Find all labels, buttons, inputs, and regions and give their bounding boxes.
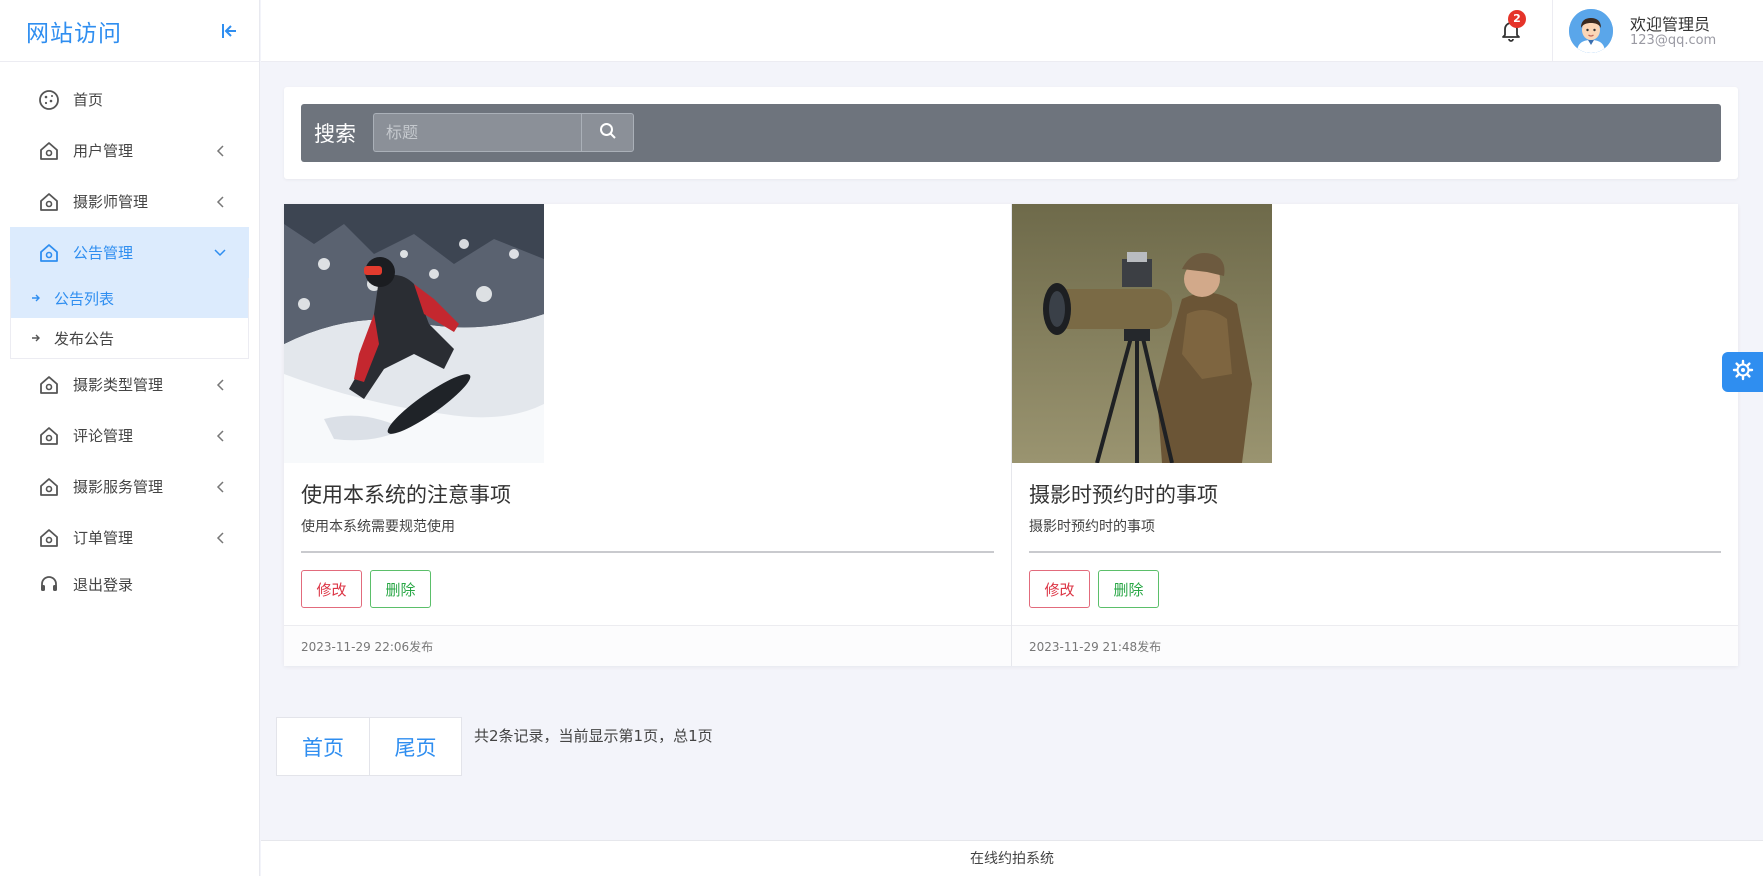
brand-header: 网站访问 [0,0,259,62]
sidebar-item-label: 摄影类型管理 [73,376,164,394]
submenu-item-publish-announcement[interactable]: 发布公告 [11,318,248,358]
announcement-title[interactable]: 摄影时预约时的事项 [1029,479,1218,509]
sidebar-item-label: 用户管理 [73,142,134,160]
announcements-submenu: 公告列表 发布公告 [10,278,249,359]
divider [1552,0,1553,62]
arrow-right-icon [31,333,43,343]
home-icon [38,374,60,396]
publish-date: 2023-11-29 22:06发布 [301,640,434,654]
edit-button[interactable]: 修改 [1029,570,1090,608]
submenu-item-label: 公告列表 [54,289,115,308]
sidebar-item-label: 摄影服务管理 [73,478,164,496]
home-icon [38,425,60,447]
announcement-description: 摄影时预约时的事项 [1029,519,1155,535]
pagination: 首页 尾页 [276,717,462,776]
announcement-card: 使用本系统的注意事项 使用本系统需要规范使用 修改 删除 2023-11-29 … [284,204,1011,666]
sidebar-item-photo-types[interactable]: 摄影类型管理 [10,359,249,410]
chevron-left-icon [213,480,227,494]
delete-button[interactable]: 删除 [370,570,431,608]
announcement-card: 摄影时预约时的事项 摄影时预约时的事项 修改 删除 2023-11-29 21:… [1011,204,1738,666]
footer-text: 在线约拍系统 [970,851,1054,867]
submenu-item-label: 发布公告 [54,329,115,348]
sidebar-item-label: 公告管理 [73,244,134,262]
home-icon [38,527,60,549]
sidebar-item-label: 首页 [73,91,104,109]
search-icon [599,122,617,144]
page-footer: 在线约拍系统 [261,840,1763,876]
collapse-sidebar-icon[interactable] [219,20,241,42]
sidebar-item-label: 评论管理 [73,427,134,445]
sidebar-item-orders[interactable]: 订单管理 [10,512,249,563]
user-greeting: 欢迎管理员 [1630,15,1711,34]
settings-button[interactable] [1722,352,1763,392]
search-card: 搜索 [284,87,1738,179]
divider [1029,551,1721,553]
pagination-info: 共2条记录，当前显示第1页，总1页 [474,727,713,745]
last-page-button[interactable]: 尾页 [369,718,461,775]
user-email: 123@qq.com [1630,33,1717,48]
sidebar-item-comments[interactable]: 评论管理 [10,410,249,461]
search-input[interactable] [373,113,581,152]
cookie-icon [38,89,60,111]
chevron-left-icon [213,144,227,158]
announcement-image-snowboarder[interactable] [284,204,544,463]
home-icon [38,242,60,264]
sidebar-item-label: 退出登录 [73,575,134,594]
submenu-item-announcement-list[interactable]: 公告列表 [11,278,248,318]
chevron-left-icon [213,429,227,443]
sidebar-item-announcements[interactable]: 公告管理 [10,227,249,278]
search-bar: 搜索 [301,104,1721,162]
chevron-left-icon [213,378,227,392]
card-footer: 2023-11-29 22:06发布 [284,625,1011,666]
notification-badge: 2 [1508,10,1526,28]
publish-date: 2023-11-29 21:48发布 [1029,640,1162,654]
home-icon [38,476,60,498]
first-page-button[interactable]: 首页 [277,718,369,775]
sidebar-item-users[interactable]: 用户管理 [10,125,249,176]
avatar[interactable] [1569,9,1613,53]
sidebar-item-label: 摄影师管理 [73,193,149,211]
edit-button[interactable]: 修改 [301,570,362,608]
chevron-left-icon [213,531,227,545]
card-footer: 2023-11-29 21:48发布 [1012,625,1738,666]
divider [301,551,994,553]
delete-button[interactable]: 删除 [1098,570,1159,608]
chevron-down-icon [213,246,227,260]
sidebar-item-photographers[interactable]: 摄影师管理 [10,176,249,227]
headset-icon [38,573,60,595]
sidebar-item-label: 订单管理 [73,529,134,547]
sidebar-nav: 首页 用户管理 摄影师管理 公告管理 公告列表 发布公告 摄影类型管理 评论管理… [0,62,259,605]
search-button[interactable] [581,113,634,152]
gear-icon [1732,359,1754,385]
sidebar-item-logout[interactable]: 退出登录 [10,563,249,605]
sidebar-item-home[interactable]: 首页 [10,74,249,125]
chevron-left-icon [213,195,227,209]
topbar: 2 欢迎管理员 123@qq.com [261,0,1763,62]
home-icon [38,140,60,162]
announcement-image-photographer[interactable] [1012,204,1272,463]
home-icon [38,191,60,213]
sidebar: 网站访问 首页 用户管理 摄影师管理 公告管理 公告列表 发布公告 摄影类型管理… [0,0,260,876]
announcement-description: 使用本系统需要规范使用 [301,519,455,535]
search-label: 搜索 [314,122,356,146]
sidebar-item-photo-services[interactable]: 摄影服务管理 [10,461,249,512]
announcement-title[interactable]: 使用本系统的注意事项 [301,479,511,509]
brand-title[interactable]: 网站访问 [26,14,122,48]
arrow-right-icon [31,293,43,303]
announcement-list: 使用本系统的注意事项 使用本系统需要规范使用 修改 删除 2023-11-29 … [284,204,1738,666]
